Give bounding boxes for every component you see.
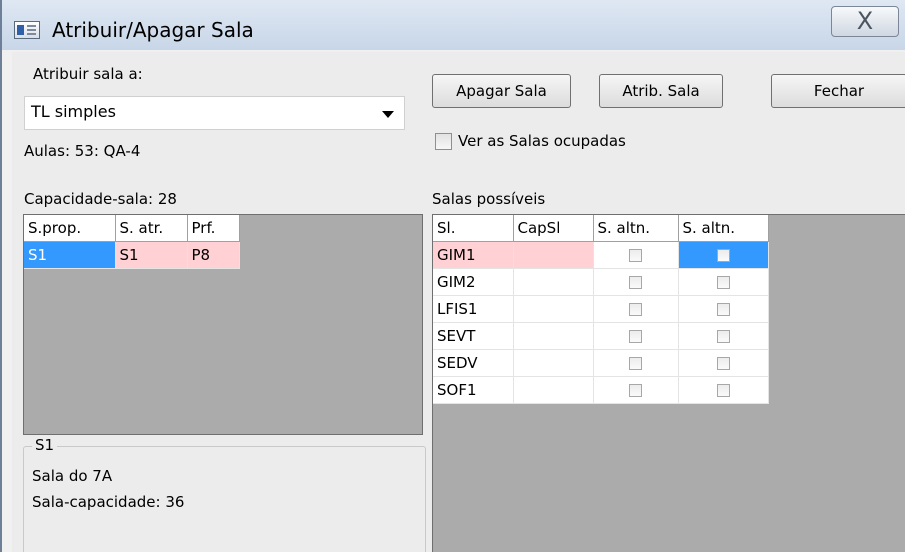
- altn-checkbox[interactable]: [629, 275, 642, 289]
- cell-altn-1[interactable]: [593, 268, 679, 296]
- cell-altn-1[interactable]: [593, 376, 679, 404]
- table-row[interactable]: S1 S1 P8: [24, 241, 240, 269]
- ver-salas-ocupadas-label[interactable]: Ver as Salas ocupadas: [458, 132, 626, 150]
- cell-altn-1[interactable]: [593, 295, 679, 323]
- cell-altn-2[interactable]: [678, 376, 769, 404]
- col-sl[interactable]: Sl.: [433, 215, 514, 242]
- room-detail-group: S1 Sala do 7A Sala-capacidade: 36: [23, 436, 426, 552]
- assigned-rooms-table: S.prop. S. atr. Prf. S1 S1 P8: [24, 215, 240, 269]
- altn-checkbox[interactable]: [629, 383, 642, 397]
- cell-altn-2[interactable]: [678, 322, 769, 350]
- cell-altn-2[interactable]: [678, 349, 769, 377]
- cell-sl[interactable]: SEVT: [433, 322, 514, 350]
- cell-altn-1[interactable]: [593, 322, 679, 350]
- cell-sl[interactable]: GIM1: [433, 241, 514, 269]
- cell-capsl[interactable]: [513, 322, 594, 350]
- col-prf[interactable]: Prf.: [187, 215, 240, 242]
- cell-satr[interactable]: S1: [115, 241, 188, 269]
- altn-checkbox[interactable]: [629, 356, 642, 370]
- cell-sl[interactable]: SOF1: [433, 376, 514, 404]
- altn-checkbox[interactable]: [716, 275, 730, 289]
- cell-capsl[interactable]: [513, 268, 594, 296]
- altn-checkbox[interactable]: [716, 329, 730, 343]
- atrib-sala-button[interactable]: Atrib. Sala: [599, 74, 723, 108]
- altn-checkbox[interactable]: [716, 383, 730, 397]
- cell-sprop[interactable]: S1: [24, 241, 116, 269]
- cell-sl[interactable]: SEDV: [433, 349, 514, 377]
- altn-checkbox[interactable]: [716, 248, 730, 262]
- altn-checkbox[interactable]: [629, 329, 642, 343]
- possible-rooms-table: Sl. CapSl S. altn. S. altn. GIM1 GIM2 LF…: [433, 215, 769, 404]
- table-row[interactable]: GIM2: [433, 268, 769, 296]
- table-row[interactable]: GIM1: [433, 241, 769, 269]
- aulas-text: Aulas: 53: QA-4: [24, 142, 141, 160]
- cell-altn-2[interactable]: [678, 268, 769, 296]
- possible-rooms-grid[interactable]: Sl. CapSl S. altn. S. altn. GIM1 GIM2 LF…: [432, 214, 905, 552]
- cell-capsl[interactable]: [513, 295, 594, 323]
- cell-altn-1[interactable]: [593, 241, 679, 269]
- cell-altn-2[interactable]: [678, 295, 769, 323]
- apagar-sala-button[interactable]: Apagar Sala: [432, 74, 571, 108]
- room-capacity: Sala-capacidade: 36: [32, 493, 185, 511]
- cell-altn-1[interactable]: [593, 349, 679, 377]
- room-description: Sala do 7A: [32, 467, 113, 485]
- cell-capsl[interactable]: [513, 376, 594, 404]
- altn-checkbox[interactable]: [629, 248, 642, 262]
- cell-capsl[interactable]: [513, 241, 594, 269]
- col-altn-1[interactable]: S. altn.: [593, 215, 679, 242]
- altn-checkbox[interactable]: [716, 356, 730, 370]
- assign-label: Atribuir sala a:: [33, 65, 143, 83]
- cell-sl[interactable]: LFIS1: [433, 295, 514, 323]
- table-row[interactable]: SEDV: [433, 349, 769, 377]
- title-bar[interactable]: Atribuir/Apagar Sala X: [2, 0, 905, 50]
- room-type-select[interactable]: TL simples: [24, 96, 405, 130]
- room-type-value: TL simples: [31, 102, 116, 121]
- table-row[interactable]: SEVT: [433, 322, 769, 350]
- close-icon: X: [856, 7, 874, 35]
- cell-altn-2[interactable]: [678, 241, 769, 269]
- table-row[interactable]: SOF1: [433, 376, 769, 404]
- salas-possiveis-label: Salas possíveis: [432, 190, 546, 208]
- cell-prf[interactable]: P8: [187, 241, 240, 269]
- col-altn-2[interactable]: S. altn.: [678, 215, 769, 242]
- app-icon: [14, 21, 40, 39]
- altn-checkbox[interactable]: [716, 302, 730, 316]
- ver-salas-ocupadas-checkbox[interactable]: [435, 133, 452, 150]
- table-row[interactable]: LFIS1: [433, 295, 769, 323]
- assigned-rooms-grid[interactable]: S.prop. S. atr. Prf. S1 S1 P8: [23, 214, 423, 435]
- altn-checkbox[interactable]: [629, 302, 642, 316]
- col-satr[interactable]: S. atr.: [115, 215, 188, 242]
- close-button[interactable]: X: [831, 6, 899, 37]
- window-title: Atribuir/Apagar Sala: [52, 18, 254, 42]
- fechar-button[interactable]: Fechar: [771, 74, 905, 108]
- chevron-down-icon[interactable]: [382, 111, 394, 118]
- dialog-window: Atribuir/Apagar Sala X Atribuir sala a: …: [0, 0, 905, 552]
- cell-capsl[interactable]: [513, 349, 594, 377]
- cell-sl[interactable]: GIM2: [433, 268, 514, 296]
- col-capsl[interactable]: CapSl: [513, 215, 594, 242]
- room-detail-legend: S1: [32, 436, 58, 454]
- col-sprop[interactable]: S.prop.: [24, 215, 116, 242]
- capacity-label: Capacidade-sala: 28: [24, 190, 177, 208]
